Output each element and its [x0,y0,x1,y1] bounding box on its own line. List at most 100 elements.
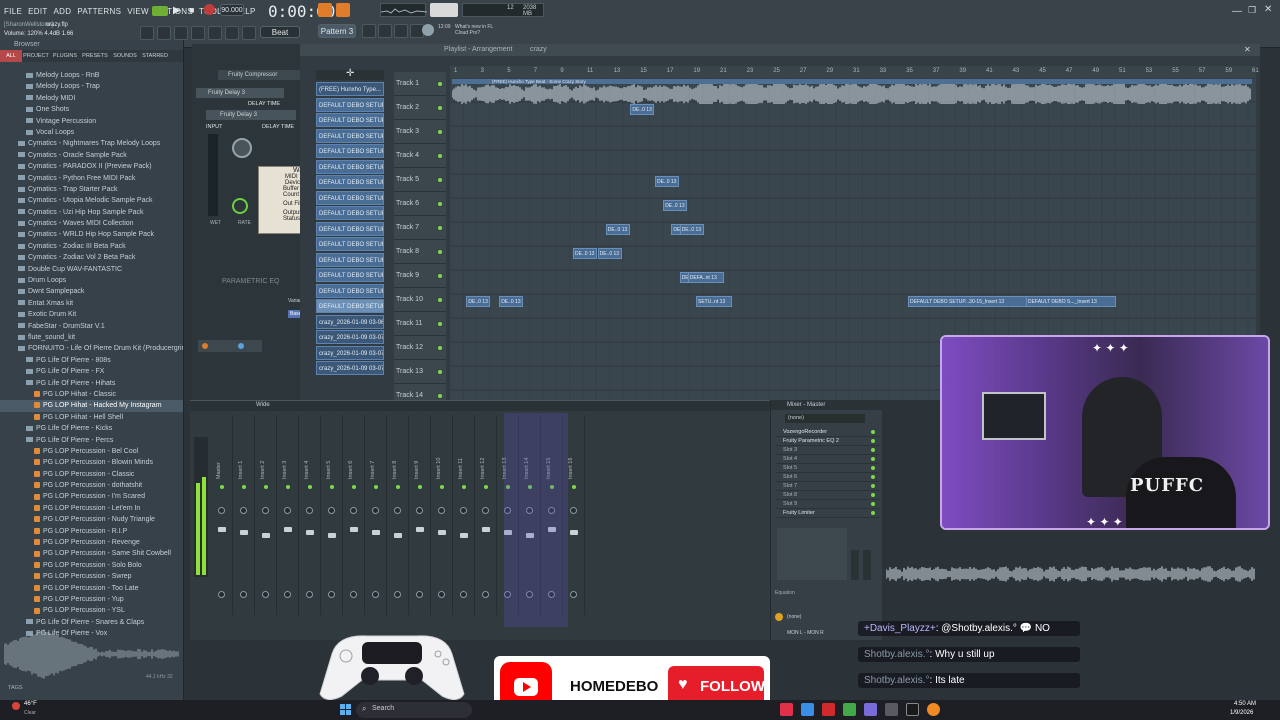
browser-file[interactable]: PG LOP Hihat - Classic [0,389,183,400]
track-mute-led[interactable] [438,298,442,302]
track-mute-led[interactable] [438,274,442,278]
delay-time-knob[interactable] [232,138,252,158]
track-mute-led[interactable] [438,154,442,158]
mixer-strip-insert[interactable]: Insert 10 [432,415,453,615]
browser-folder[interactable]: Exotic Drum Kit [0,309,183,320]
browser-folder[interactable]: Cymatics - Zodiac Vol 2 Beta Pack [0,252,183,263]
track-mute-led[interactable] [438,322,442,326]
slot-enable-led[interactable] [871,457,875,461]
app-icon-settings[interactable] [864,703,877,716]
pattern-clip[interactable]: DE..0 13 [680,224,704,235]
app-icon-terminal[interactable] [906,703,919,716]
pattern-select[interactable]: Pattern 3 [318,24,356,38]
route-knob[interactable] [570,591,577,598]
strip-enable-led[interactable] [572,485,576,489]
mixer-strip-insert[interactable]: Insert 9 [410,415,431,615]
weather-icon[interactable] [12,702,20,710]
route-knob[interactable] [350,591,357,598]
effect-slot[interactable]: Slot 5 [775,464,879,473]
save-icon[interactable] [174,26,188,40]
app-icon-fl-studio[interactable] [927,703,940,716]
strip-enable-led[interactable] [462,485,466,489]
input-select[interactable]: (none) [785,414,865,423]
strip-enable-led[interactable] [308,485,312,489]
volume-fader[interactable] [328,533,336,538]
browser-toggle-icon[interactable] [208,26,222,40]
route-knob[interactable] [482,591,489,598]
browser-folder[interactable]: Cymatics - WRLD Hip Hop Sample Pack [0,229,183,240]
track-mute-led[interactable] [438,106,442,110]
add-pattern-icon[interactable]: ✛ [346,68,354,79]
browser-folder[interactable]: One Shots [0,104,183,115]
browser-file[interactable]: PG LOP Percussion - Yup [0,594,183,605]
browser-folder[interactable]: PG Life Of Pierre - 808s [0,355,183,366]
pattern-clip[interactable]: DE..0 13 [606,224,630,235]
mixer-strip-insert[interactable]: Insert 12 [476,415,497,615]
playlist-close-icon[interactable]: ✕ [1244,45,1251,54]
route-knob[interactable] [372,591,379,598]
browser-folder[interactable]: Double Cup WAV-FANTASTIC [0,264,183,275]
route-knob[interactable] [284,591,291,598]
pattern-picker-item[interactable]: DEFAULT DEBO SETUP_202... [316,175,384,189]
pattern-clip[interactable]: DE..0 13 [466,296,490,307]
browser-file[interactable]: PG LOP Percussion - I'm Scared [0,491,183,502]
pattern-clip[interactable]: DE..0 13 [663,200,687,211]
tab-all[interactable]: ALL [0,50,22,62]
browser-folder[interactable]: Vocal Loops [0,127,183,138]
tab-sounds[interactable]: SOUNDS [110,50,140,62]
pattern-picker-item[interactable]: DEFAULT DEBO SETUP_202... [316,113,384,127]
volume-fader[interactable] [570,530,578,535]
pattern-picker-item[interactable]: DEFAULT DEBO SETUP_202... [316,268,384,282]
slot-enable-led[interactable] [871,430,875,434]
pan-knob[interactable] [350,507,357,514]
menu-file[interactable]: FILE [4,7,22,16]
slot-enable-led[interactable] [871,511,875,515]
app-icon-files[interactable] [885,703,898,716]
browser-file[interactable]: PG LOP Hihat - Hacked My Instagram [0,400,183,411]
pan-knob[interactable] [570,507,577,514]
step-edit-icon[interactable] [318,3,332,17]
app-icon-mail[interactable] [822,703,835,716]
eq-graph[interactable] [777,528,847,580]
route-knob[interactable] [306,591,313,598]
strip-enable-led[interactable] [396,485,400,489]
volume-fader[interactable] [438,530,446,535]
volume-fader[interactable] [394,533,402,538]
browser-file[interactable]: PG LOP Percussion - Swrep [0,571,183,582]
browser-folder[interactable]: Dwnt Samplepack [0,286,183,297]
pan-knob[interactable] [372,507,379,514]
app-icon-edge[interactable] [801,703,814,716]
taskbar-search[interactable]: ⌕ Search [356,702,472,718]
pattern-clip[interactable]: DEFA..nt 13 [688,272,724,283]
browser-file[interactable]: PG LOP Hihat - Hell Shell [0,412,183,423]
browser-folder[interactable]: PG Life Of Pierre - Snares & Claps [0,617,183,628]
track-mute-led[interactable] [438,370,442,374]
volume-fader[interactable] [460,533,468,538]
maximize-icon[interactable]: ❐ [1248,5,1256,16]
browser-folder[interactable]: Cymatics - Utopia Melodic Sample Pack [0,195,183,206]
effect-slot[interactable]: Fruity Parametric EQ 2 [775,437,879,446]
snap-icon[interactable] [140,26,154,40]
browser-file[interactable]: PG LOP Percussion - Classic [0,469,183,480]
route-knob[interactable] [460,591,467,598]
slot-enable-led[interactable] [871,484,875,488]
tab-project[interactable]: PROJECT [22,50,50,62]
slot-enable-led[interactable] [871,448,875,452]
track-header[interactable]: Track 13 [394,360,446,384]
browser-folder[interactable]: Cymatics - Nightmares Trap Melody Loops [0,138,183,149]
output-select[interactable]: (none) [787,614,801,620]
pattern-picker-item[interactable]: DEFAULT DEBO SETUP_202... [316,191,384,205]
track-header[interactable]: Track 10 [394,288,446,312]
tempo-display[interactable]: 90.000 [220,4,244,16]
pan-knob[interactable] [284,507,291,514]
effect-slot[interactable]: Slot 4 [775,455,879,464]
compressor-window-title[interactable]: Fruity Compressor [218,70,308,80]
browser-folder[interactable]: Cymatics - Uzi Hip Hop Sample Pack [0,207,183,218]
preset-icon[interactable] [238,343,244,349]
strip-enable-led[interactable] [484,485,488,489]
browser-file[interactable]: PG LOP Percussion - Same Shit Cowbell [0,548,183,559]
track-header[interactable]: Track 9 [394,264,446,288]
slot-enable-led[interactable] [871,502,875,506]
metronome-icon[interactable] [336,3,350,17]
play-icon[interactable]: ▶ [173,5,181,16]
